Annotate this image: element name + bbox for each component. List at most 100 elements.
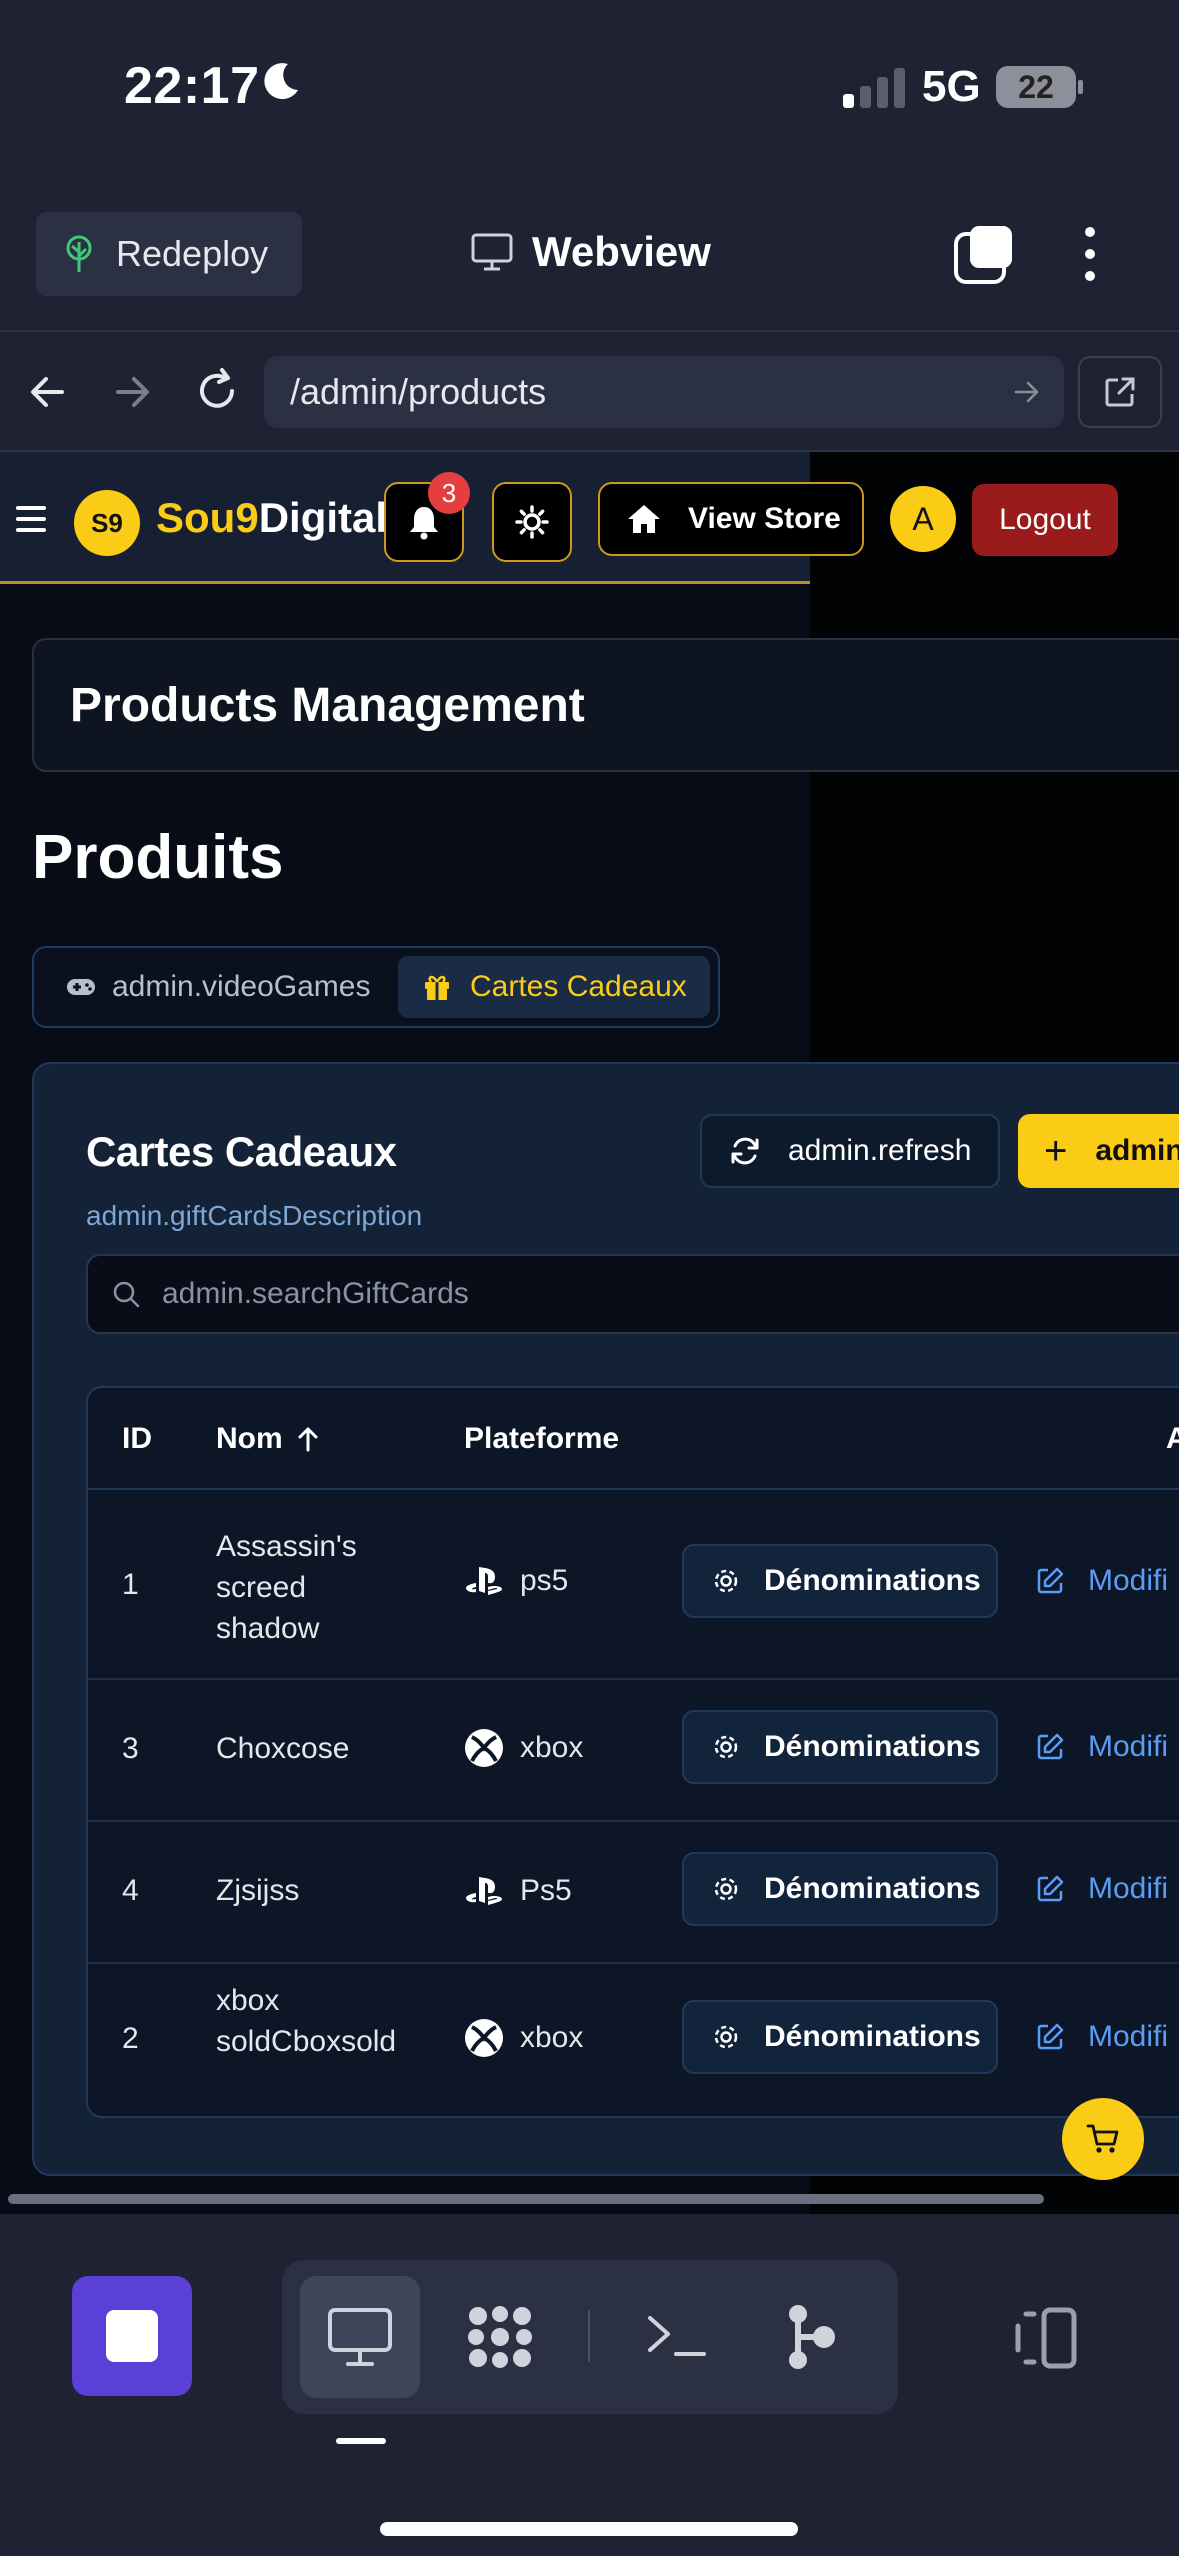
xbox-icon [465, 1729, 503, 1767]
view-store-button[interactable]: View Store [598, 482, 864, 556]
cell-name: Zjsijss [216, 1874, 300, 1907]
refresh-label: admin.refresh [788, 1134, 972, 1167]
apps-grid-icon[interactable] [464, 2304, 536, 2370]
gift-cards-table: ID Nom Plateforme Act 1 Assassin's scree… [86, 1386, 1179, 2118]
toolbar-divider [0, 330, 1179, 332]
search-input[interactable]: admin.searchGiftCards [86, 1254, 1179, 1334]
webview-title-text: Webview [532, 228, 711, 275]
view-switcher [282, 2260, 898, 2414]
header-name[interactable]: Nom [216, 1422, 321, 1456]
denominations-label: Dénominations [764, 1872, 981, 1905]
back-arrow-icon[interactable] [26, 370, 70, 414]
redeploy-label: Redeploy [116, 233, 269, 274]
refresh-button[interactable]: admin.refresh [700, 1114, 1000, 1188]
section-heading: Produits [32, 823, 284, 892]
denominations-button[interactable]: Dénominations [682, 1710, 998, 1784]
user-avatar[interactable]: A [890, 486, 956, 552]
edit-icon [1037, 1567, 1064, 1594]
search-placeholder: admin.searchGiftCards [162, 1277, 469, 1310]
brand-logo-text[interactable]: Sou9Digital [156, 494, 387, 542]
gear-icon [714, 1877, 738, 1901]
moon-icon [264, 63, 298, 100]
edit-button[interactable]: Modifi [1034, 1872, 1168, 1906]
cell-platform-label: xbox [520, 2021, 584, 2054]
cell-platform-label: xbox [520, 1731, 584, 1764]
monitor-icon [328, 2308, 392, 2366]
edit-button[interactable]: Modifi [1034, 1730, 1168, 1764]
gift-cards-description: admin.giftCardsDescription [86, 1200, 423, 1231]
terminal-icon[interactable] [642, 2304, 712, 2366]
hamburger-menu-icon[interactable] [16, 504, 48, 534]
logo-badge[interactable]: S9 [74, 490, 140, 556]
denominations-label: Dénominations [764, 1730, 981, 1763]
go-arrow-icon[interactable] [1012, 377, 1042, 407]
category-tabs: admin.videoGames Cartes Cadeaux [32, 946, 720, 1028]
add-gift-card-label: admin [1095, 1134, 1179, 1167]
denominations-button[interactable]: Dénominations [682, 1852, 998, 1926]
home-indicator[interactable] [380, 2522, 798, 2536]
tab-gift-cards[interactable]: Cartes Cadeaux [398, 956, 710, 1018]
brand-highlight: Sou9 [156, 494, 259, 541]
edit-icon [1037, 1875, 1064, 1902]
horizontal-scrollbar[interactable] [8, 2194, 1044, 2204]
denominations-button[interactable]: Dénominations [682, 1544, 998, 1618]
cell-id: 3 [122, 1732, 139, 1765]
edit-button[interactable]: Modifi [1034, 2020, 1168, 2054]
cell-name: Choxcose [216, 1732, 350, 1765]
header-platform[interactable]: Plateforme [464, 1422, 619, 1456]
cell-name: xbox soldCboxsold [216, 1984, 397, 2058]
view-store-label: View Store [688, 502, 841, 535]
active-view-indicator [336, 2438, 386, 2444]
tab-gift-cards-label: Cartes Cadeaux [470, 970, 687, 1003]
add-gift-card-button[interactable]: + admin [1018, 1114, 1179, 1188]
gear-icon [714, 1569, 738, 1593]
webpage-viewport: S9 Sou9Digital 3 View Store A Logout Pro… [0, 452, 1179, 2214]
denominations-label: Dénominations [764, 2020, 981, 2053]
redeploy-button[interactable]: Redeploy [36, 212, 302, 296]
playstation-icon [466, 1877, 502, 1905]
cell-platform-label: Ps5 [520, 1874, 572, 1907]
cell-platform: Ps5 [464, 1874, 572, 1908]
open-external-button[interactable] [1078, 356, 1162, 428]
url-bar[interactable]: /admin/products [264, 356, 1064, 428]
cell-id: 2 [122, 2022, 139, 2055]
more-menu-icon[interactable] [1070, 222, 1110, 286]
external-link-icon [1105, 377, 1135, 407]
plus-icon: + [1044, 1128, 1068, 1173]
header-name-label: Nom [216, 1422, 283, 1455]
cell-platform-label: ps5 [520, 1564, 569, 1597]
reload-icon[interactable] [192, 366, 242, 416]
theme-toggle-button[interactable] [492, 482, 572, 562]
view-webview-tab[interactable] [300, 2276, 420, 2398]
gift-cards-card: Cartes Cadeaux admin.giftCardsDescriptio… [32, 1062, 1179, 2176]
forward-arrow-icon[interactable] [110, 370, 154, 414]
sort-ascending-icon [298, 1427, 318, 1452]
home-icon [628, 505, 660, 533]
brand-rest: Digital [258, 494, 388, 541]
tab-video-games[interactable]: admin.videoGames [66, 958, 370, 1016]
logout-button[interactable]: Logout [972, 484, 1118, 556]
split-view-icon[interactable] [1010, 2306, 1082, 2370]
header-id[interactable]: ID [122, 1422, 152, 1456]
cell-platform: xbox [464, 1728, 583, 1768]
denominations-button[interactable]: Dénominations [682, 2000, 998, 2074]
stop-icon [106, 2310, 158, 2362]
edit-label: Modifi [1088, 1730, 1169, 1763]
refresh-icon [731, 1137, 759, 1165]
tree-icon [66, 235, 92, 272]
stop-button[interactable] [72, 2276, 192, 2396]
branch-icon[interactable] [782, 2304, 842, 2370]
page-title-card: Products Management [32, 638, 1179, 772]
edit-icon [1037, 2023, 1064, 2050]
signal-icon [843, 66, 913, 108]
gear-icon [714, 1735, 738, 1759]
tabs-icon[interactable] [952, 222, 1016, 286]
edit-label: Modifi [1088, 1872, 1169, 1905]
cart-button[interactable] [1062, 2098, 1144, 2180]
tab-video-games-label: admin.videoGames [112, 970, 371, 1003]
edit-label: Modifi [1088, 1564, 1169, 1597]
edit-button[interactable]: Modifi [1034, 1564, 1168, 1598]
view-switcher-divider [588, 2310, 590, 2362]
xbox-icon [465, 2019, 503, 2057]
gamepad-icon [67, 979, 95, 995]
